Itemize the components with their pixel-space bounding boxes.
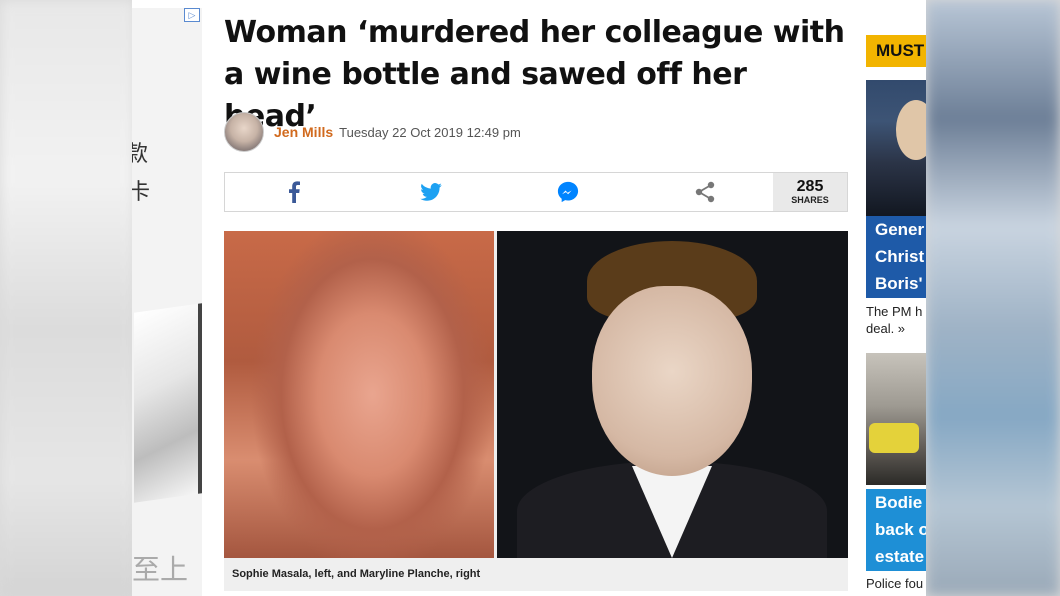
share-count-label: SHARES <box>791 194 829 205</box>
must-read-header: MUST <box>866 35 926 67</box>
ad-text: 卡 <box>132 180 151 205</box>
share-count-number: 285 <box>796 177 824 195</box>
blurred-background-right <box>926 0 1060 596</box>
article-photo[interactable]: Sophie Masala, left, and Maryline Planch… <box>224 231 848 591</box>
publish-date: Tuesday 22 Oct 2019 12:49 pm <box>339 124 521 140</box>
news-page: ▷ 款 卡 至上 Woman ‘murdered her colleague w… <box>132 0 926 596</box>
rail-card-summary: The PM h deal. » <box>866 304 923 336</box>
share-icon <box>695 181 714 203</box>
article: Woman ‘murdered her colleague with a win… <box>224 12 848 591</box>
photo-caption: Sophie Masala, left, and Maryline Planch… <box>224 558 848 591</box>
ad-text: 款 <box>132 142 149 167</box>
photo-left-portrait <box>224 231 494 558</box>
right-rail: MUST Gener Christ Boris' The PM h deal. … <box>866 0 926 596</box>
facebook-icon <box>288 181 300 203</box>
author-link[interactable]: Jen Mills <box>274 124 333 140</box>
blurred-background-left <box>0 0 135 596</box>
share-messenger-button[interactable] <box>499 173 636 211</box>
rail-card-title[interactable]: Gener Christ Boris' <box>866 216 926 298</box>
ad-text: 至上 <box>132 553 189 586</box>
byline: Jen Mills Tuesday 22 Oct 2019 12:49 pm <box>224 112 521 152</box>
photo-right-portrait <box>497 231 848 561</box>
share-more-button[interactable] <box>636 173 773 211</box>
rail-card-title[interactable]: Bodie back o estate <box>866 489 926 571</box>
author-avatar[interactable] <box>224 112 264 152</box>
rail-card-image[interactable] <box>866 353 926 485</box>
ad-product-image <box>134 303 202 503</box>
twitter-icon <box>419 183 442 201</box>
adchoices-icon[interactable]: ▷ <box>184 8 200 22</box>
share-twitter-button[interactable] <box>362 173 499 211</box>
share-bar: 285 SHARES <box>224 172 848 212</box>
rail-card-summary: Police fou <box>866 576 924 591</box>
share-facebook-button[interactable] <box>225 173 362 211</box>
rail-card-image[interactable] <box>866 80 926 218</box>
share-count: 285 SHARES <box>773 173 847 211</box>
advertisement[interactable]: ▷ 款 卡 至上 <box>132 8 202 596</box>
messenger-icon <box>557 181 578 203</box>
